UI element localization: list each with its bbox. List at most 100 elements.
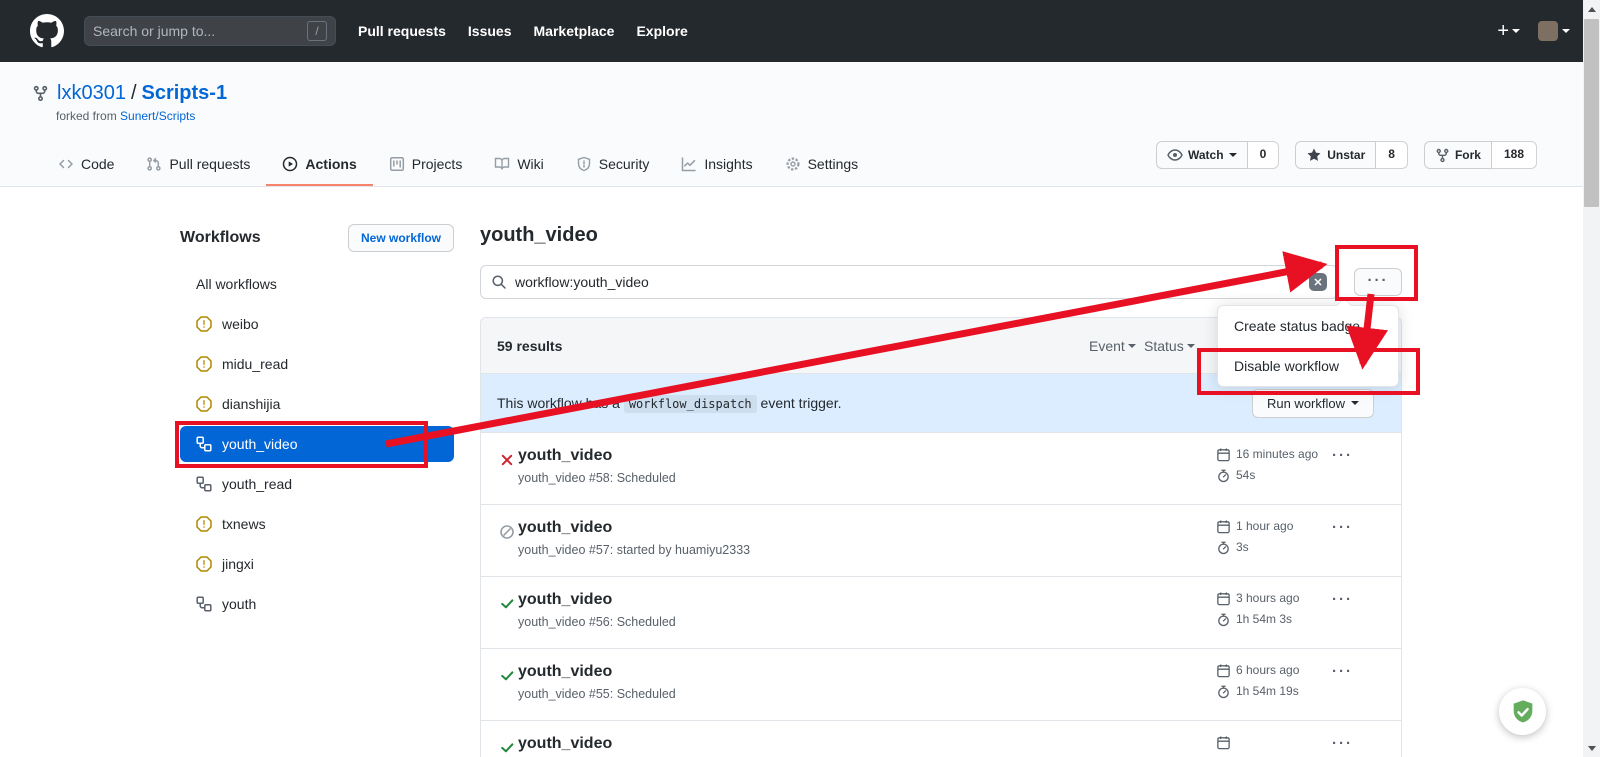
header-right: + bbox=[1497, 20, 1570, 43]
sidebar-item-jingxi[interactable]: jingxi bbox=[180, 546, 454, 582]
nav-marketplace[interactable]: Marketplace bbox=[534, 23, 615, 39]
user-menu[interactable] bbox=[1538, 21, 1570, 41]
workflow-options-kebab-button[interactable] bbox=[1354, 268, 1402, 296]
repo-forked-icon bbox=[32, 85, 49, 102]
new-workflow-button[interactable]: New workflow bbox=[348, 224, 454, 252]
event-filter-dropdown[interactable]: Event bbox=[1089, 338, 1136, 354]
workflows-sidebar: Workflows New workflow All workflows wei… bbox=[180, 224, 454, 626]
github-actions-page: / Pull requests Issues Marketplace Explo… bbox=[0, 0, 1600, 757]
graph-icon bbox=[681, 156, 697, 172]
clear-search-button[interactable]: ✕ bbox=[1309, 273, 1327, 291]
header-nav: Pull requests Issues Marketplace Explore bbox=[358, 23, 688, 39]
nav-pull-requests[interactable]: Pull requests bbox=[358, 23, 446, 39]
repo-name-link[interactable]: Scripts-1 bbox=[142, 82, 228, 105]
scroll-down-arrow[interactable] bbox=[1583, 740, 1600, 757]
chevron-down-icon bbox=[1351, 401, 1359, 409]
scrollbar-thumb[interactable] bbox=[1584, 19, 1599, 207]
play-icon bbox=[282, 156, 298, 172]
run-options-kebab-button[interactable] bbox=[1332, 447, 1353, 464]
vertical-scrollbar[interactable] bbox=[1583, 0, 1600, 757]
global-search-input[interactable] bbox=[93, 23, 307, 39]
top-header: / Pull requests Issues Marketplace Explo… bbox=[0, 0, 1600, 62]
status-filter-dropdown[interactable]: Status bbox=[1144, 338, 1195, 354]
sidebar-item-youth[interactable]: youth bbox=[180, 586, 454, 622]
avatar bbox=[1538, 21, 1558, 41]
run-options-kebab-button[interactable] bbox=[1332, 735, 1353, 752]
scroll-up-arrow[interactable] bbox=[1583, 0, 1600, 17]
star-count[interactable]: 8 bbox=[1376, 141, 1408, 169]
stopwatch-icon bbox=[1216, 612, 1231, 627]
calendar-icon bbox=[1216, 663, 1231, 678]
create-new-menu[interactable]: + bbox=[1497, 20, 1520, 43]
sidebar-item-dianshijia[interactable]: dianshijia bbox=[180, 386, 454, 422]
project-icon bbox=[389, 156, 405, 172]
tab-settings[interactable]: Settings bbox=[769, 144, 875, 186]
sidebar-item-youth-video[interactable]: youth_video bbox=[180, 426, 454, 462]
nav-issues[interactable]: Issues bbox=[468, 23, 512, 39]
sidebar-item-txnews[interactable]: txnews bbox=[180, 506, 454, 542]
tab-insights[interactable]: Insights bbox=[665, 144, 768, 186]
fork-count[interactable]: 188 bbox=[1492, 141, 1537, 169]
github-logo-icon[interactable] bbox=[30, 14, 64, 48]
nav-explore[interactable]: Explore bbox=[636, 23, 687, 39]
tab-wiki[interactable]: Wiki bbox=[478, 144, 559, 186]
workflow-dispatch-code: workflow_dispatch bbox=[624, 395, 757, 413]
workflow-run-row: youth_video youth_video #57: started by … bbox=[481, 504, 1401, 576]
tab-projects[interactable]: Projects bbox=[373, 144, 479, 186]
chevron-down-icon bbox=[1562, 29, 1570, 37]
pull-request-icon bbox=[146, 156, 162, 172]
warning-icon bbox=[196, 356, 212, 372]
success-check-icon bbox=[499, 740, 515, 756]
forked-repo-link[interactable]: Sunert/Scripts bbox=[120, 109, 195, 123]
run-options-kebab-button[interactable] bbox=[1332, 519, 1353, 536]
run-options-kebab-button[interactable] bbox=[1332, 663, 1353, 680]
sidebar-item-weibo[interactable]: weibo bbox=[180, 306, 454, 342]
unstar-button[interactable]: Unstar bbox=[1295, 141, 1376, 169]
watch-count[interactable]: 0 bbox=[1248, 141, 1280, 169]
fork-button[interactable]: Fork bbox=[1424, 141, 1492, 169]
workflow-runs-search[interactable]: ✕ bbox=[480, 265, 1338, 299]
workflow-run-row: youth_video youth_video #56: Scheduled 3… bbox=[481, 576, 1401, 648]
run-duration: 1h 54m 3s bbox=[1236, 612, 1292, 626]
workflow-run-row: youth_video youth_video #58: Scheduled 1… bbox=[481, 432, 1401, 504]
watch-button[interactable]: Watch bbox=[1156, 141, 1248, 169]
workflow-icon bbox=[196, 436, 212, 452]
warning-icon bbox=[196, 316, 212, 332]
shield-check-icon bbox=[1509, 698, 1537, 726]
calendar-icon bbox=[1216, 591, 1231, 606]
code-icon bbox=[58, 156, 74, 172]
run-title-link[interactable]: youth_video bbox=[518, 735, 1401, 753]
star-button-group: Unstar 8 bbox=[1295, 141, 1408, 169]
search-icon bbox=[491, 274, 507, 290]
run-time: 16 minutes ago bbox=[1236, 447, 1318, 461]
tab-code[interactable]: Code bbox=[42, 144, 130, 186]
stopwatch-icon bbox=[1216, 540, 1231, 555]
watch-button-group: Watch 0 bbox=[1156, 141, 1279, 169]
repo-owner-link[interactable]: lxk0301 bbox=[57, 82, 126, 105]
tab-actions[interactable]: Actions bbox=[266, 144, 372, 186]
sidebar-item-midu-read[interactable]: midu_read bbox=[180, 346, 454, 382]
chevron-down-icon bbox=[1187, 344, 1195, 352]
repo-title: lxk0301 / Scripts-1 bbox=[0, 62, 1600, 105]
run-time: 1 hour ago bbox=[1236, 519, 1293, 533]
run-workflow-button[interactable]: Run workflow bbox=[1252, 389, 1374, 418]
calendar-icon bbox=[1216, 519, 1231, 534]
tab-security[interactable]: Security bbox=[560, 144, 666, 186]
tab-pull-requests[interactable]: Pull requests bbox=[130, 144, 266, 186]
calendar-icon bbox=[1216, 447, 1231, 462]
sidebar-item-youth-read[interactable]: youth_read bbox=[180, 466, 454, 502]
repo-forked-icon bbox=[1435, 148, 1450, 163]
workflow-search-input[interactable] bbox=[515, 274, 1309, 290]
adguard-shield-button[interactable] bbox=[1499, 688, 1546, 735]
run-options-kebab-button[interactable] bbox=[1332, 591, 1353, 608]
run-duration: 1h 54m 19s bbox=[1236, 684, 1299, 698]
sidebar-item-all-workflows[interactable]: All workflows bbox=[180, 266, 454, 302]
warning-icon bbox=[196, 396, 212, 412]
repo-separator: / bbox=[131, 82, 137, 105]
stopwatch-icon bbox=[1216, 468, 1231, 483]
workflow-run-row: youth_video bbox=[481, 720, 1401, 757]
menu-item-disable-workflow[interactable]: Disable workflow bbox=[1218, 346, 1398, 386]
menu-item-create-status-badge[interactable]: Create status badge bbox=[1218, 306, 1398, 346]
workflow-icon bbox=[196, 596, 212, 612]
global-search-box[interactable]: / bbox=[84, 16, 336, 46]
